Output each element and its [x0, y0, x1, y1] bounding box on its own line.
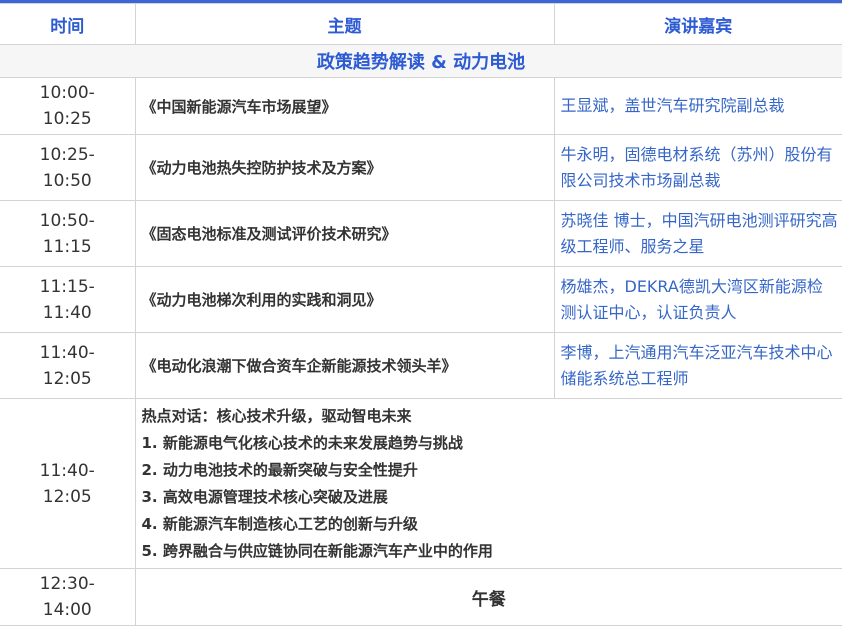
time-start: 10:25-: [39, 144, 95, 165]
header-speaker: 演讲嘉宾: [553, 3, 842, 45]
panel-item: 1. 新能源电气化核心技术的未来发展趋势与挑战: [141, 434, 463, 452]
panel-item: 5. 跨界融合与供应链协同在新能源汽车产业中的作用: [141, 542, 493, 560]
header-topic: 主题: [134, 3, 555, 45]
table-row: 11:15- 11:40 《动力电池梯次利用的实践和洞见》 杨雄杰，DEKRA德…: [0, 266, 842, 333]
section-title: 政策趋势解读 & 动力电池: [0, 44, 842, 78]
panel-item: 4. 新能源汽车制造核心工艺的创新与升级: [141, 515, 418, 533]
session-speaker: 王显斌，盖世汽车研究院副总裁: [553, 77, 842, 135]
session-speaker: 苏晓佳 博士，中国汽研电池测评研究高级工程师、服务之星: [553, 200, 842, 267]
lunch-label: 午餐: [134, 568, 842, 626]
table-row: 11:40- 12:05 《电动化浪潮下做合资车企新能源技术领头羊》 李博，上汽…: [0, 332, 842, 399]
panel-title: 热点对话：核心技术升级，驱动智电未来: [141, 407, 412, 425]
session-time: 11:15- 11:40: [0, 266, 136, 333]
time-start: 10:50-: [39, 210, 95, 231]
session-speaker: 李博，上汽通用汽车泛亚汽车技术中心储能系统总工程师: [553, 332, 842, 399]
lunch-row: 12:30- 14:00 午餐: [0, 568, 842, 626]
session-topic: 《固态电池标准及测试评价技术研究》: [134, 200, 555, 267]
time-start: 10:00-: [39, 83, 95, 103]
panel-item: 2. 动力电池技术的最新突破与安全性提升: [141, 461, 418, 479]
agenda-table: 时间 主题 演讲嘉宾 政策趋势解读 & 动力电池 10:00- 10:25 《中…: [0, 3, 842, 626]
time-end: 10:50: [42, 170, 92, 191]
section-row: 政策趋势解读 & 动力电池: [0, 44, 842, 78]
session-topic: 《动力电池热失控防护技术及方案》: [134, 134, 555, 201]
panel-time: 11:40- 12:05: [0, 398, 136, 569]
time-end: 11:15: [42, 236, 92, 257]
time-start: 12:30-: [39, 574, 95, 594]
session-time: 10:25- 10:50: [0, 134, 136, 201]
panel-content: 热点对话：核心技术升级，驱动智电未来 1. 新能源电气化核心技术的未来发展趋势与…: [134, 398, 842, 569]
header-row: 时间 主题 演讲嘉宾: [0, 3, 842, 45]
session-topic: 《中国新能源汽车市场展望》: [134, 77, 555, 135]
session-speaker: 杨雄杰，DEKRA德凯大湾区新能源检测认证中心，认证负责人: [553, 266, 842, 333]
time-end: 14:00: [42, 600, 92, 620]
table-row: 10:25- 10:50 《动力电池热失控防护技术及方案》 牛永明，固德电材系统…: [0, 134, 842, 201]
session-topic: 《电动化浪潮下做合资车企新能源技术领头羊》: [134, 332, 555, 399]
table-row: 10:00- 10:25 《中国新能源汽车市场展望》 王显斌，盖世汽车研究院副总…: [0, 77, 842, 135]
time-start: 11:40-: [39, 342, 95, 363]
time-end: 12:05: [42, 368, 92, 389]
agenda-page: 时间 主题 演讲嘉宾 政策趋势解读 & 动力电池 10:00- 10:25 《中…: [0, 0, 842, 626]
panel-item: 3. 高效电源管理技术核心突破及进展: [141, 488, 388, 506]
time-end: 10:25: [42, 109, 92, 129]
session-time: 10:50- 11:15: [0, 200, 136, 267]
lunch-time: 12:30- 14:00: [0, 568, 136, 626]
time-end: 12:05: [42, 486, 92, 507]
panel-row: 11:40- 12:05 热点对话：核心技术升级，驱动智电未来 1. 新能源电气…: [0, 398, 842, 569]
header-time: 时间: [0, 3, 136, 45]
session-speaker: 牛永明，固德电材系统（苏州）股份有限公司技术市场副总裁: [553, 134, 842, 201]
time-start: 11:15-: [39, 276, 95, 297]
time-end: 11:40: [42, 302, 92, 323]
session-topic: 《动力电池梯次利用的实践和洞见》: [134, 266, 555, 333]
session-time: 11:40- 12:05: [0, 332, 136, 399]
time-start: 11:40-: [39, 460, 95, 481]
table-row: 10:50- 11:15 《固态电池标准及测试评价技术研究》 苏晓佳 博士，中国…: [0, 200, 842, 267]
session-time: 10:00- 10:25: [0, 77, 136, 135]
